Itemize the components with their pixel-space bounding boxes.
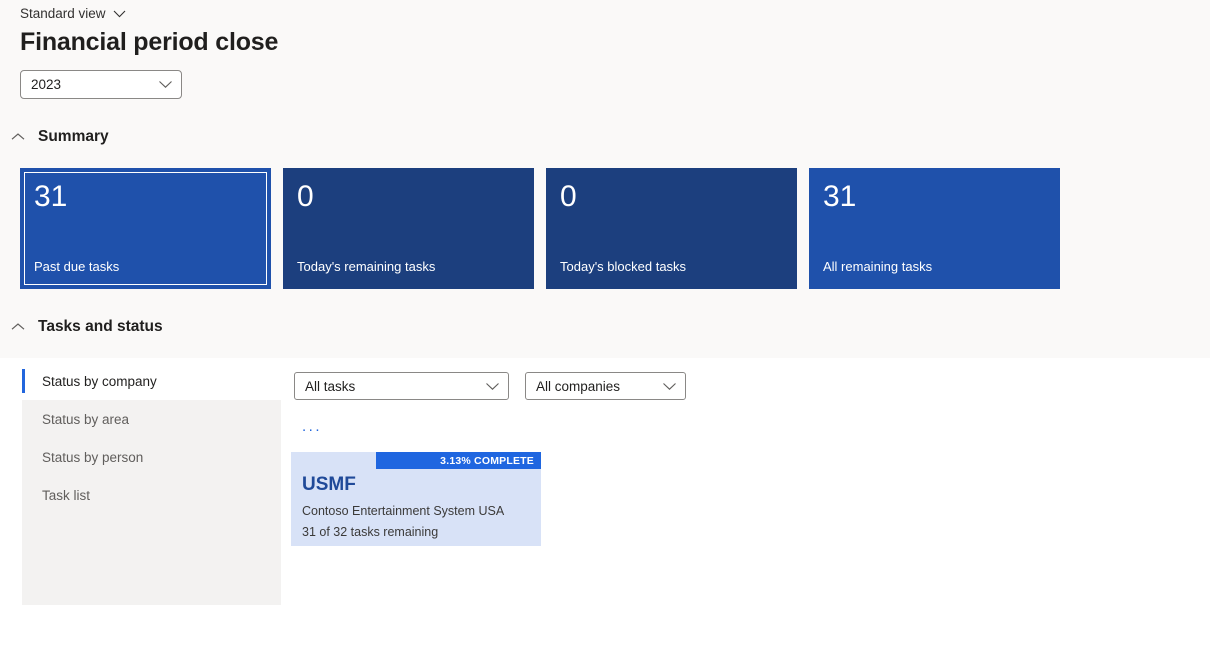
tile-count: 0 — [560, 180, 577, 213]
chevron-down-icon — [158, 80, 173, 89]
progress-banner: 3.13% COMPLETE — [376, 452, 541, 469]
section-header-summary[interactable]: Summary — [8, 128, 109, 146]
chevron-up-icon — [8, 132, 28, 142]
view-selector-label: Standard view — [20, 6, 106, 21]
page-title: Financial period close — [20, 28, 279, 56]
more-options-ellipsis-button[interactable]: ... — [300, 416, 324, 437]
workspace-header-band: Standard view Financial period close 202… — [0, 0, 1210, 358]
tile-caption: Today's remaining tasks — [297, 259, 436, 275]
year-filter-value: 2023 — [31, 77, 62, 92]
chevron-down-icon — [662, 382, 677, 391]
tile-count: 31 — [823, 180, 857, 213]
sidebar-item-status-by-company[interactable]: Status by company — [22, 362, 281, 400]
status-view-nav-panel: Status by company Status by area Status … — [22, 362, 281, 605]
company-tasks-remaining: 31 of 32 tasks remaining — [302, 525, 439, 539]
tile-caption: Today's blocked tasks — [560, 259, 687, 275]
chevron-down-icon — [485, 382, 500, 391]
sidebar-item-label: Task list — [42, 487, 91, 503]
view-selector[interactable]: Standard view — [20, 6, 126, 21]
tile-caption: Past due tasks — [34, 259, 120, 275]
summary-tile-todays-blocked-tasks[interactable]: 0 Today's blocked tasks — [546, 168, 797, 289]
section-title-tasks-and-status: Tasks and status — [38, 318, 163, 335]
chevron-up-icon — [8, 322, 28, 332]
chevron-down-icon — [113, 10, 126, 18]
sidebar-item-status-by-person[interactable]: Status by person — [22, 438, 281, 476]
sidebar-item-task-list[interactable]: Task list — [22, 476, 281, 514]
tile-count: 0 — [297, 180, 314, 213]
tile-caption: All remaining tasks — [823, 259, 933, 275]
tasks-and-status-body: Status by company Status by area Status … — [0, 358, 1210, 648]
summary-tile-past-due-tasks[interactable]: 31 Past due tasks — [20, 168, 271, 289]
companies-filter-value: All companies — [536, 378, 621, 394]
company-status-card-usmf[interactable]: 3.13% COMPLETE USMF Contoso Entertainmen… — [291, 452, 541, 546]
company-code: USMF — [302, 474, 356, 495]
sidebar-item-label: Status by company — [42, 373, 157, 389]
tasks-filter-dropdown[interactable]: All tasks — [294, 372, 509, 400]
company-description: Contoso Entertainment System USA — [302, 504, 505, 518]
summary-tile-group: 31 Past due tasks 0 Today's remaining ta… — [20, 168, 1060, 289]
tile-count: 31 — [34, 180, 68, 213]
summary-tile-todays-remaining-tasks[interactable]: 0 Today's remaining tasks — [283, 168, 534, 289]
section-title-summary: Summary — [38, 128, 109, 145]
sidebar-item-status-by-area[interactable]: Status by area — [22, 400, 281, 438]
section-header-tasks-and-status[interactable]: Tasks and status — [8, 318, 163, 336]
summary-tile-all-remaining-tasks[interactable]: 31 All remaining tasks — [809, 168, 1060, 289]
year-filter-dropdown[interactable]: 2023 — [20, 70, 182, 99]
sidebar-item-label: Status by area — [42, 411, 130, 427]
tasks-filter-value: All tasks — [305, 378, 356, 394]
sidebar-item-label: Status by person — [42, 449, 144, 465]
companies-filter-dropdown[interactable]: All companies — [525, 372, 686, 400]
task-filter-group: All tasks All companies — [294, 372, 686, 400]
